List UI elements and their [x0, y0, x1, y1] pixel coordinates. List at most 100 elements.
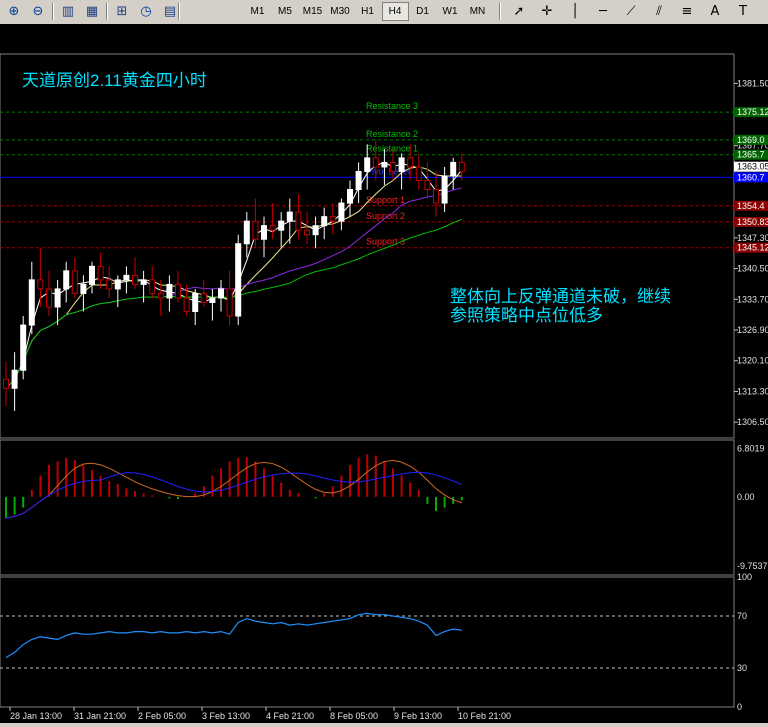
candle-body	[424, 179, 431, 191]
new-order-icon[interactable]: ⊞	[112, 2, 132, 21]
candle-body	[312, 225, 319, 236]
grid-icon[interactable]: ▦	[82, 2, 102, 21]
candle-body	[200, 292, 207, 303]
candle-body	[106, 279, 113, 290]
candle-body	[450, 161, 457, 177]
macd-panel: 6.8019 0.00 -9.7537	[5, 444, 768, 571]
candle-body	[261, 225, 267, 240]
x-tick-label: 3 Feb 13:00	[202, 711, 250, 721]
x-tick-label: 31 Jan 21:00	[74, 711, 126, 721]
x-tick-label: 8 Feb 05:00	[330, 711, 378, 721]
candle-body	[123, 274, 130, 281]
price-label: 1345.12	[737, 243, 768, 253]
candle-body	[364, 157, 371, 172]
y-tick-label: 1313.30	[737, 386, 768, 396]
price-label: 1360.7	[737, 172, 765, 182]
timeframe-m5[interactable]: M5	[272, 2, 299, 21]
rsi-panel: 100 70 30 0	[0, 572, 752, 712]
candle-body	[226, 288, 233, 317]
y-tick-label: 0.00	[737, 492, 755, 502]
templates-icon[interactable]: ▤	[160, 2, 180, 21]
chart-canvas: 1381.501374.701367.701360.851354.051347.…	[0, 53, 768, 721]
fibonacci-icon[interactable]: ≡	[676, 2, 698, 21]
candle-body	[3, 378, 9, 389]
candle-body	[11, 369, 18, 389]
rsi-line	[5, 612, 462, 659]
price-label: 1354.4	[737, 201, 765, 211]
candle-body	[140, 279, 147, 285]
price-label: 1350.83	[737, 217, 768, 227]
candle-body	[80, 283, 87, 294]
candle-body	[46, 288, 52, 308]
timeframe-h1[interactable]: H1	[354, 2, 381, 21]
candle-body	[407, 157, 414, 168]
price-panel: 1381.501374.701367.701360.851354.051347.…	[0, 78, 768, 427]
candle-body	[433, 189, 439, 204]
y-tick-label: 70	[737, 611, 747, 621]
candle-body	[63, 270, 70, 290]
crosshair-icon[interactable]: ✛	[536, 2, 558, 21]
y-tick-label: -9.7537	[737, 561, 768, 571]
candle-body	[54, 288, 61, 308]
timeframe-mn[interactable]: MN	[464, 2, 491, 21]
candle-body	[321, 216, 328, 227]
candle-body	[97, 265, 104, 281]
candle-body	[415, 166, 422, 181]
candle-body	[175, 283, 181, 299]
y-tick-label: 100	[737, 572, 752, 582]
vertical-line-icon[interactable]: │	[564, 2, 586, 21]
timeframe-m30[interactable]: M30	[327, 2, 354, 21]
zoom-in-icon[interactable]: ⊕	[4, 2, 24, 21]
timeframe-m15[interactable]: M15	[299, 2, 326, 21]
candle-body	[183, 297, 190, 313]
candle-body	[149, 279, 156, 294]
candle-body	[132, 274, 138, 285]
x-tick-label: 10 Feb 21:00	[458, 711, 511, 721]
channel-icon[interactable]: ⫽	[648, 2, 670, 21]
timeframe-m1[interactable]: M1	[244, 2, 271, 21]
y-tick-label: 1347.30	[737, 233, 768, 243]
annotation-line-1: 整体向上反弹通道未破，继续	[450, 287, 671, 306]
candle-body	[243, 220, 250, 245]
level-label: Resistance 2	[366, 129, 418, 139]
candle-body	[286, 211, 293, 222]
chart-bars-icon[interactable]: ▥	[58, 2, 78, 21]
candle-body	[372, 157, 379, 168]
candle-body	[441, 175, 448, 204]
chart-window[interactable]: 1381.501374.701367.701360.851354.051347.…	[0, 24, 768, 723]
label-icon[interactable]: T	[732, 2, 754, 21]
y-tick-label: 1306.50	[737, 417, 768, 427]
clock-icon[interactable]: ◷	[136, 2, 156, 21]
y-tick-label: 1381.50	[737, 78, 768, 88]
candle-body	[28, 279, 35, 326]
trendline-icon[interactable]: ⟋	[620, 2, 642, 21]
y-tick-label: 30	[737, 663, 747, 673]
candle-body	[166, 283, 173, 299]
candle-body	[304, 229, 310, 236]
cursor-icon[interactable]: ➚	[508, 2, 530, 21]
timeframe-h4[interactable]: H4	[381, 2, 409, 21]
x-tick-label: 4 Feb 21:00	[266, 711, 314, 721]
zoom-out-icon[interactable]: ⊖	[28, 2, 48, 21]
annotation-line-2: 参照策略中点位低多	[450, 306, 603, 325]
candle-body	[269, 225, 276, 231]
timeframe-w1[interactable]: W1	[437, 2, 464, 21]
level-label: Support 2	[366, 211, 405, 221]
y-tick-label: 1340.50	[737, 264, 768, 274]
toolbar-separator	[178, 3, 180, 20]
candle-body	[347, 189, 353, 204]
candle-body	[209, 297, 216, 303]
timeframe-d1[interactable]: D1	[409, 2, 436, 21]
candle-body	[89, 265, 95, 285]
horizontal-line-icon[interactable]: ─	[592, 2, 614, 21]
y-tick-label: 0	[737, 702, 742, 712]
candle-body	[338, 202, 345, 222]
chart-title: 天道原创2.11黄金四小时	[22, 71, 207, 90]
level-label: Support 3	[366, 237, 405, 247]
candle-body	[192, 292, 199, 313]
toolbar-separator	[52, 3, 54, 20]
candle-body	[329, 216, 336, 222]
y-tick-label: 6.8019	[737, 444, 765, 454]
text-icon[interactable]: A	[704, 2, 726, 21]
candle-body	[20, 324, 27, 371]
